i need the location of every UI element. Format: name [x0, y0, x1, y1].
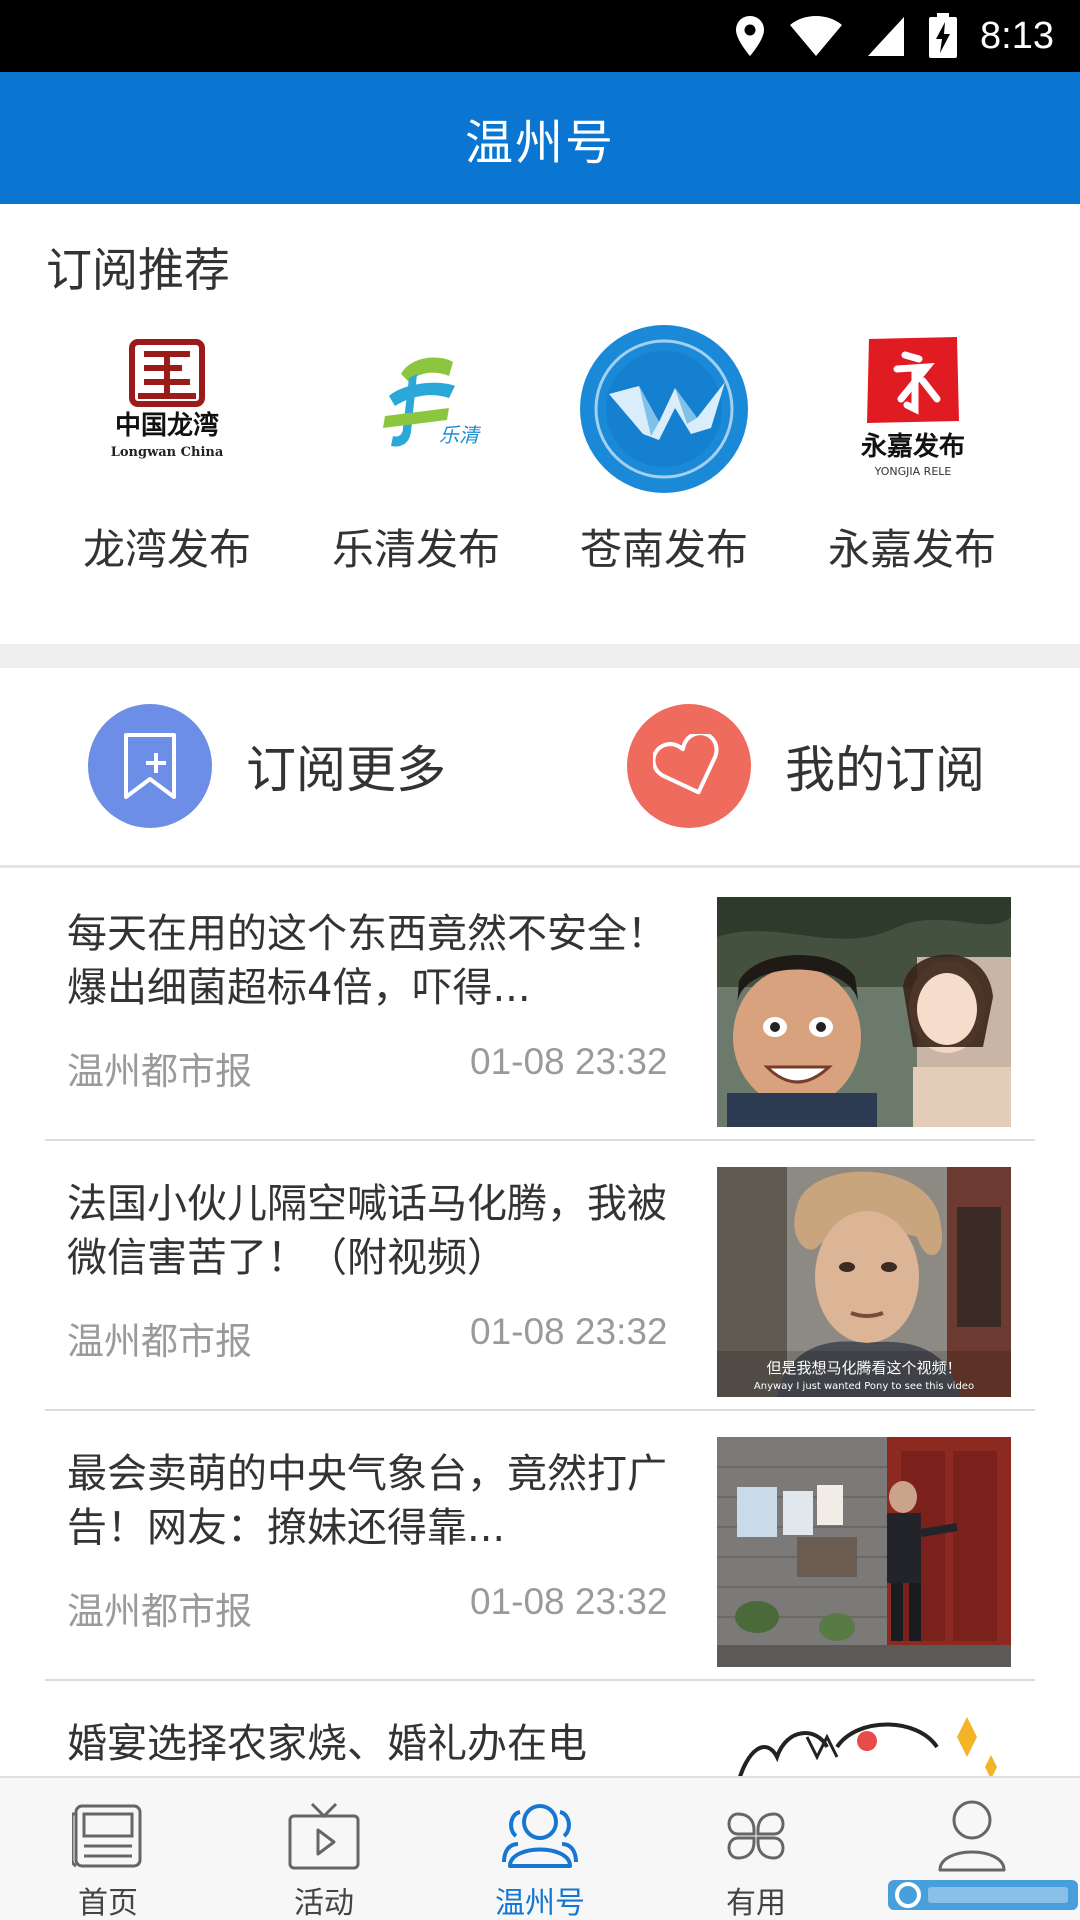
- news-time: 01-08 23:32: [470, 1311, 668, 1352]
- news-thumbnail: 但是我想马化腾看这个视频！ Anyway I just wanted Pony …: [717, 1167, 1011, 1397]
- recommend-item-label: 龙湾发布: [82, 525, 251, 574]
- heart-icon: [627, 704, 751, 828]
- tab-home[interactable]: 首页: [0, 1778, 216, 1920]
- recommend-item-longwan[interactable]: 中国龙湾 Longwan China 龙湾发布: [57, 324, 277, 577]
- news-title: 法国小伙儿隔空喊话马化腾，我被微信害苦了！（附视频）: [67, 1181, 667, 1281]
- news-thumbnail: [717, 897, 1011, 1127]
- news-source: 温州都市报: [67, 1590, 252, 1633]
- my-subscriptions-label: 我的订阅: [785, 741, 985, 799]
- status-time: 8:13: [980, 14, 1054, 57]
- tab-useful[interactable]: 有用: [648, 1778, 864, 1920]
- grid-icon: [716, 1798, 796, 1874]
- news-title: 每天在用的这个东西竟然不安全！爆出细菌超标4倍，吓得...: [67, 911, 667, 1011]
- longwan-logo-sub: Longwan China: [111, 445, 224, 460]
- signal-icon: [868, 17, 905, 56]
- news-thumbnail: [717, 1707, 1011, 1776]
- person-icon: [932, 1798, 1012, 1874]
- battery-charging-icon: [929, 13, 958, 58]
- yueqing-logo: 乐清: [331, 324, 501, 494]
- section-divider: [0, 644, 1080, 668]
- newspaper-icon: [68, 1798, 148, 1874]
- bookmark-add-icon: [88, 704, 212, 828]
- yongjia-logo-sub: YONGJIA RELE: [874, 465, 952, 478]
- page-title: 温州号: [464, 115, 615, 171]
- app-bar: 温州号: [0, 72, 1080, 204]
- recommend-item-label: 苍南发布: [579, 525, 748, 574]
- recommend-item-label: 永嘉发布: [827, 525, 996, 574]
- wifi-icon: [790, 16, 843, 56]
- news-time: 01-08 23:32: [470, 1041, 668, 1082]
- cangnan-logo: [579, 324, 749, 494]
- recommend-section: 订阅推荐 中国龙湾 Longwan China 龙湾发布 乐清 乐清发布 苍南发…: [0, 204, 1080, 644]
- my-subscriptions-button[interactable]: 我的订阅: [627, 704, 985, 828]
- news-item[interactable]: 婚宴选择农家烧、婚礼办在电: [45, 1681, 1035, 1776]
- thumbnail-caption-en: Anyway I just wanted Pony to see this vi…: [754, 1381, 974, 1392]
- news-thumbnail: [717, 1437, 1011, 1667]
- yueqing-logo-text: 乐清: [439, 423, 482, 447]
- news-source: 温州都市报: [67, 1320, 252, 1363]
- thumbnail-caption-cn: 但是我想马化腾看这个视频！: [766, 1359, 961, 1377]
- tab-label: 活动: [294, 1886, 354, 1920]
- recommend-item-yueqing[interactable]: 乐清 乐清发布: [306, 324, 526, 577]
- news-item[interactable]: 最会卖萌的中央气象台，竟然打广告！网友：撩妹还得靠... 温州都市报 01-08…: [45, 1411, 1035, 1681]
- news-list: 每天在用的这个东西竟然不安全！爆出细菌超标4倍，吓得... 温州都市报 01-0…: [0, 871, 1080, 1776]
- recommend-list[interactable]: 中国龙湾 Longwan China 龙湾发布 乐清 乐清发布 苍南发布 永嘉发…: [0, 324, 1080, 624]
- news-item[interactable]: 每天在用的这个东西竟然不安全！爆出细菌超标4倍，吓得... 温州都市报 01-0…: [45, 871, 1035, 1141]
- location-icon: [736, 16, 765, 56]
- recommend-item-label: 乐清发布: [331, 525, 500, 574]
- yongjia-logo-text: 永嘉发布: [861, 431, 965, 462]
- subscribe-more-label: 订阅更多: [246, 741, 446, 799]
- news-title: 婚宴选择农家烧、婚礼办在电: [67, 1721, 587, 1767]
- news-item[interactable]: 法国小伙儿隔空喊话马化腾，我被微信害苦了！（附视频） 温州都市报 01-08 2…: [45, 1141, 1035, 1411]
- subscribe-actions: 订阅更多 我的订阅: [0, 668, 1080, 868]
- longwan-logo: 中国龙湾 Longwan China: [82, 324, 252, 494]
- tab-activity[interactable]: 活动: [216, 1778, 432, 1920]
- news-title: 最会卖萌的中央气象台，竟然打广告！网友：撩妹还得靠...: [67, 1451, 667, 1551]
- people-icon: [500, 1798, 580, 1874]
- recommend-title: 订阅推荐: [46, 243, 230, 297]
- recommend-item-cangnan[interactable]: 苍南发布: [554, 324, 774, 577]
- status-bar: 8:13: [0, 0, 1080, 72]
- watermark-logo: [888, 1874, 1078, 1914]
- screen: 8:13 温州号 订阅推荐 中国龙湾 Longwan China 龙湾发布 乐清…: [0, 0, 1080, 1920]
- news-time: 01-08 23:32: [470, 1581, 668, 1622]
- tab-wenzhouhao[interactable]: 温州号: [432, 1778, 648, 1920]
- tab-label: 首页: [78, 1886, 138, 1920]
- recommend-item-yongjia[interactable]: 永嘉发布 YONGJIA RELE 永嘉发布: [802, 324, 1022, 577]
- subscribe-more-button[interactable]: 订阅更多: [88, 704, 446, 828]
- news-source: 温州都市报: [67, 1050, 252, 1093]
- longwan-logo-text: 中国龙湾: [115, 410, 219, 441]
- tab-label: 温州号: [495, 1886, 585, 1920]
- tab-label: 有用: [726, 1886, 786, 1920]
- tv-icon: [284, 1798, 364, 1874]
- yongjia-logo: 永嘉发布 YONGJIA RELE: [827, 324, 997, 494]
